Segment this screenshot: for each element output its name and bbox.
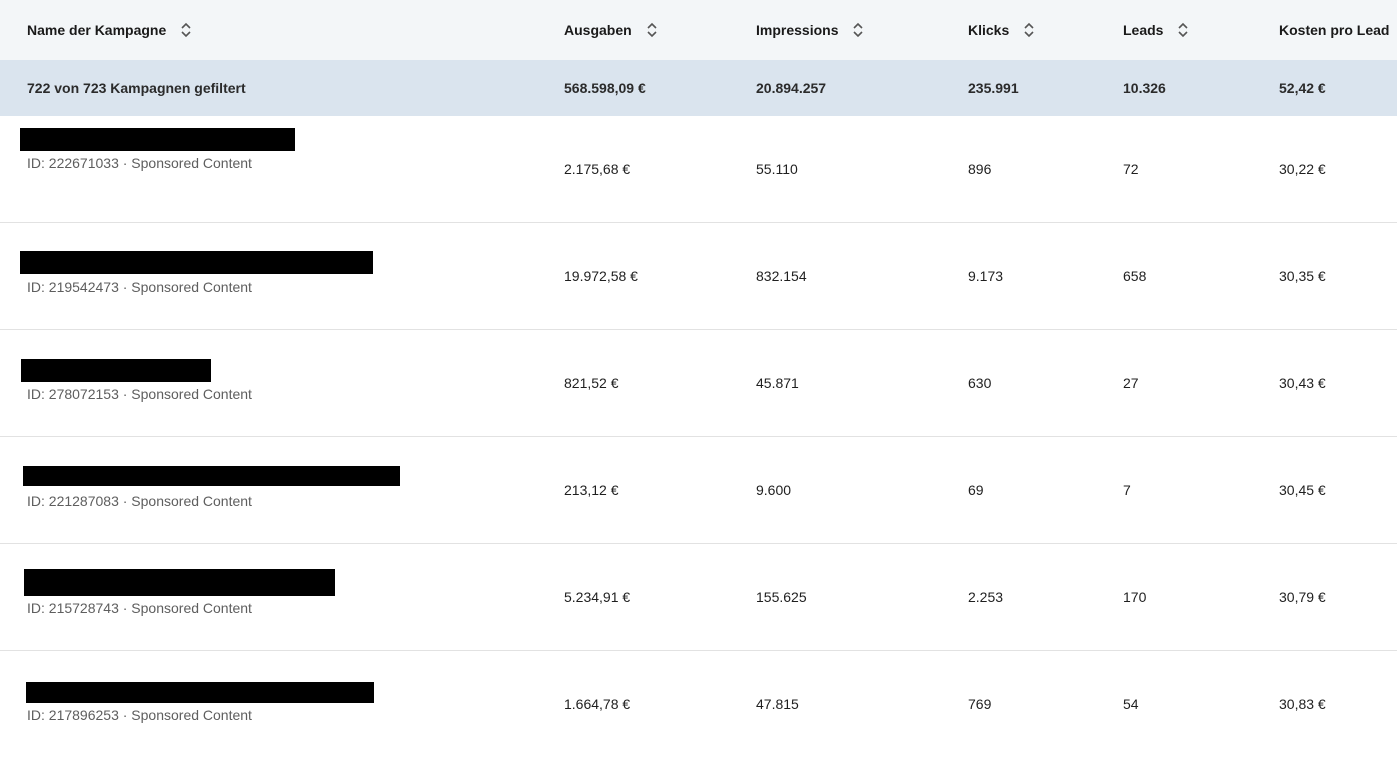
cell-leads: 658 — [1123, 268, 1147, 284]
column-header-impressions-label: Impressions — [756, 22, 839, 38]
cell-cost-per-lead: 30,35 € — [1279, 268, 1326, 284]
cell-clicks: 9.173 — [968, 268, 1004, 284]
sort-up-down-icon[interactable] — [852, 22, 864, 38]
summary-impressions: 20.894.257 — [756, 80, 827, 96]
table-row[interactable]: ID: 278072153 · Sponsored Content 821,52… — [0, 330, 1397, 437]
redacted-campaign-name[interactable] — [20, 128, 295, 151]
column-header-spend-label: Ausgaben — [564, 22, 632, 38]
column-header-clicks-label: Klicks — [968, 22, 1010, 38]
campaign-meta: ID: 217896253 · Sponsored Content — [27, 707, 252, 723]
campaign-name-cell: ID: 278072153 · Sponsored Content — [0, 330, 540, 436]
sort-up-down-icon[interactable] — [1177, 22, 1189, 38]
cell-leads: 27 — [1123, 375, 1139, 391]
cell-cost-per-lead: 30,43 € — [1279, 375, 1326, 391]
summary-leads: 10.326 — [1123, 80, 1166, 96]
column-header-name-label: Name der Kampagne — [27, 22, 167, 38]
cell-impressions: 47.815 — [756, 696, 799, 712]
summary-row: 722 von 723 Kampagnen gefiltert 568.598,… — [0, 60, 1397, 116]
cell-cost-per-lead: 30,22 € — [1279, 161, 1326, 177]
sort-up-down-icon[interactable] — [646, 22, 658, 38]
table-row[interactable]: ID: 215728743 · Sponsored Content 5.234,… — [0, 544, 1397, 651]
cell-spend: 213,12 € — [564, 482, 619, 498]
campaign-meta: ID: 222671033 · Sponsored Content — [27, 155, 252, 171]
cell-leads: 7 — [1123, 482, 1131, 498]
column-header-cost-per-lead[interactable]: Kosten pro Lead — [1279, 0, 1389, 60]
cell-impressions: 55.110 — [756, 161, 798, 177]
sort-up-down-icon[interactable] — [180, 22, 192, 38]
cell-leads: 72 — [1123, 161, 1139, 177]
table-header: Name der Kampagne Ausgaben Impressions K… — [0, 0, 1397, 60]
cell-spend: 2.175,68 € — [564, 161, 631, 177]
cell-spend: 19.972,58 € — [564, 268, 638, 284]
cell-impressions: 45.871 — [756, 375, 799, 391]
cell-impressions: 832.154 — [756, 268, 807, 284]
table-row[interactable]: ID: 221287083 · Sponsored Content 213,12… — [0, 437, 1397, 544]
redacted-campaign-name[interactable] — [21, 359, 211, 382]
cell-leads: 54 — [1123, 696, 1139, 712]
column-header-impressions[interactable]: Impressions — [756, 0, 864, 60]
campaign-name-cell: ID: 215728743 · Sponsored Content — [0, 544, 540, 650]
redacted-campaign-name[interactable] — [26, 682, 374, 703]
campaign-name-cell: ID: 219542473 · Sponsored Content — [0, 223, 540, 329]
campaign-meta: ID: 219542473 · Sponsored Content — [27, 279, 252, 295]
redacted-campaign-name[interactable] — [24, 569, 335, 596]
summary-cost-per-lead: 52,42 € — [1279, 80, 1326, 96]
cell-cost-per-lead: 30,45 € — [1279, 482, 1326, 498]
campaign-name-cell: ID: 217896253 · Sponsored Content — [0, 651, 540, 757]
column-header-leads[interactable]: Leads — [1123, 0, 1189, 60]
campaign-name-cell: ID: 222671033 · Sponsored Content — [0, 116, 540, 222]
cell-spend: 821,52 € — [564, 375, 619, 391]
cell-impressions: 9.600 — [756, 482, 792, 498]
cell-spend: 5.234,91 € — [564, 589, 631, 605]
campaign-table: Name der Kampagne Ausgaben Impressions K… — [0, 0, 1397, 757]
summary-clicks: 235.991 — [968, 80, 1019, 96]
redacted-campaign-name[interactable] — [23, 466, 400, 486]
cell-clicks: 896 — [968, 161, 992, 177]
cell-cost-per-lead: 30,79 € — [1279, 589, 1326, 605]
cell-clicks: 69 — [968, 482, 984, 498]
cell-clicks: 630 — [968, 375, 992, 391]
column-header-clicks[interactable]: Klicks — [968, 0, 1035, 60]
table-row[interactable]: ID: 219542473 · Sponsored Content 19.972… — [0, 223, 1397, 330]
cell-spend: 1.664,78 € — [564, 696, 631, 712]
campaign-meta: ID: 215728743 · Sponsored Content — [27, 600, 252, 616]
cell-impressions: 155.625 — [756, 589, 807, 605]
campaign-name-cell: ID: 221287083 · Sponsored Content — [0, 437, 540, 543]
campaign-meta: ID: 278072153 · Sponsored Content — [27, 386, 252, 402]
campaign-meta: ID: 221287083 · Sponsored Content — [27, 493, 252, 509]
cell-clicks: 769 — [968, 696, 992, 712]
summary-filter-label: 722 von 723 Kampagnen gefiltert — [27, 80, 246, 96]
cell-cost-per-lead: 30,83 € — [1279, 696, 1326, 712]
cell-clicks: 2.253 — [968, 589, 1004, 605]
sort-up-down-icon[interactable] — [1023, 22, 1035, 38]
redacted-campaign-name[interactable] — [20, 251, 373, 274]
column-header-cost-per-lead-label: Kosten pro Lead — [1279, 22, 1390, 38]
column-header-leads-label: Leads — [1123, 22, 1164, 38]
column-header-name[interactable]: Name der Kampagne — [27, 0, 547, 60]
summary-spend: 568.598,09 € — [564, 80, 646, 96]
cell-leads: 170 — [1123, 589, 1147, 605]
column-header-spend[interactable]: Ausgaben — [564, 0, 658, 60]
table-row[interactable]: ID: 222671033 · Sponsored Content 2.175,… — [0, 116, 1397, 223]
table-row[interactable]: ID: 217896253 · Sponsored Content 1.664,… — [0, 651, 1397, 757]
